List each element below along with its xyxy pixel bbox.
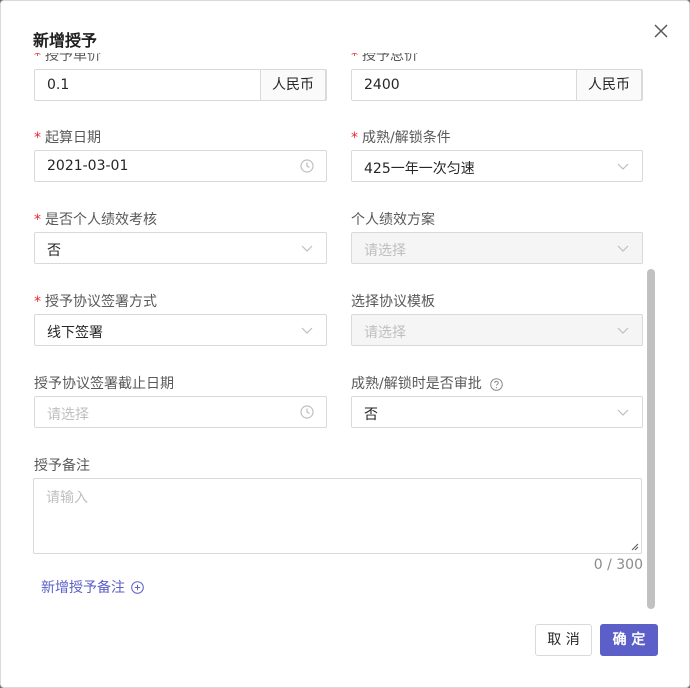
- grant-modal: * 授予单价 0.1 人民币 * 授予总价 2400 人民币 * 起算日期 2021-…: [0, 0, 690, 688]
- vesting-condition-value: 425一年一次匀速: [364, 161, 475, 177]
- performance-plan-placeholder: 请选择: [364, 243, 406, 259]
- vesting-condition-select[interactable]: 425一年一次匀速: [351, 150, 643, 182]
- agreement-template-placeholder: 请选择: [364, 325, 406, 341]
- confirm-button[interactable]: 确 定: [600, 624, 658, 656]
- total-price-value: 2400: [364, 77, 400, 93]
- sign-deadline-placeholder: 请选择: [47, 407, 89, 423]
- cancel-button[interactable]: 取 消: [535, 624, 592, 656]
- chevron-down-icon: [301, 245, 313, 252]
- vesting-condition-label: * 成熟/解锁条件: [351, 130, 451, 146]
- total-price-input[interactable]: 2400 人民币: [351, 69, 643, 101]
- clock-icon: [300, 405, 314, 419]
- performance-plan-label: 个人绩效方案: [351, 212, 435, 228]
- vesting-approval-select[interactable]: 否: [351, 396, 643, 428]
- note-placeholder: 请输入: [46, 490, 88, 506]
- chevron-down-icon: [617, 245, 629, 252]
- start-date-picker[interactable]: 2021-03-01: [34, 150, 327, 182]
- performance-review-label: * 是否个人绩效考核: [34, 212, 157, 228]
- vesting-approval-value: 否: [364, 407, 378, 423]
- sign-method-select[interactable]: 线下签署: [34, 314, 327, 346]
- resize-handle-icon[interactable]: [631, 543, 639, 551]
- plus-circle-icon: [131, 580, 144, 594]
- note-char-counter: 0 / 300: [593, 557, 643, 573]
- add-note-link[interactable]: 新增授予备注: [41, 577, 144, 597]
- sign-deadline-label: 授予协议签署截止日期: [34, 376, 174, 392]
- vesting-approval-label: 成熟/解锁时是否审批: [351, 373, 503, 393]
- performance-review-select[interactable]: 否: [34, 232, 327, 264]
- unit-price-value: 0.1: [47, 77, 70, 93]
- unit-price-input[interactable]: 0.1 人民币: [34, 69, 327, 101]
- close-icon[interactable]: [649, 19, 673, 43]
- chevron-down-icon: [617, 327, 629, 334]
- clock-icon: [300, 159, 314, 173]
- chevron-down-icon: [301, 327, 313, 334]
- chevron-down-icon: [617, 409, 629, 416]
- agreement-template-select: 请选择: [351, 314, 643, 346]
- chevron-down-icon: [617, 163, 629, 170]
- start-date-value: 2021-03-01: [47, 158, 129, 174]
- sign-deadline-picker[interactable]: 请选择: [34, 396, 327, 428]
- modal-title: 新增授予: [33, 31, 98, 50]
- modal-header: 新增授予: [1, 1, 689, 53]
- start-date-label: * 起算日期: [34, 130, 101, 146]
- sign-method-value: 线下签署: [47, 325, 103, 341]
- unit-price-currency-addon: 人民币: [260, 69, 326, 101]
- add-note-label: 新增授予备注: [41, 580, 125, 596]
- note-textarea[interactable]: 请输入: [33, 478, 642, 554]
- total-price-currency-addon: 人民币: [576, 69, 642, 101]
- performance-plan-select: 请选择: [351, 232, 643, 264]
- agreement-template-label: 选择协议模板: [351, 294, 435, 310]
- performance-review-value: 否: [47, 243, 61, 259]
- vertical-scrollbar[interactable]: [647, 269, 655, 609]
- question-circle-icon[interactable]: [490, 377, 503, 391]
- sign-method-label: * 授予协议签署方式: [34, 294, 157, 310]
- note-label: 授予备注: [34, 458, 90, 474]
